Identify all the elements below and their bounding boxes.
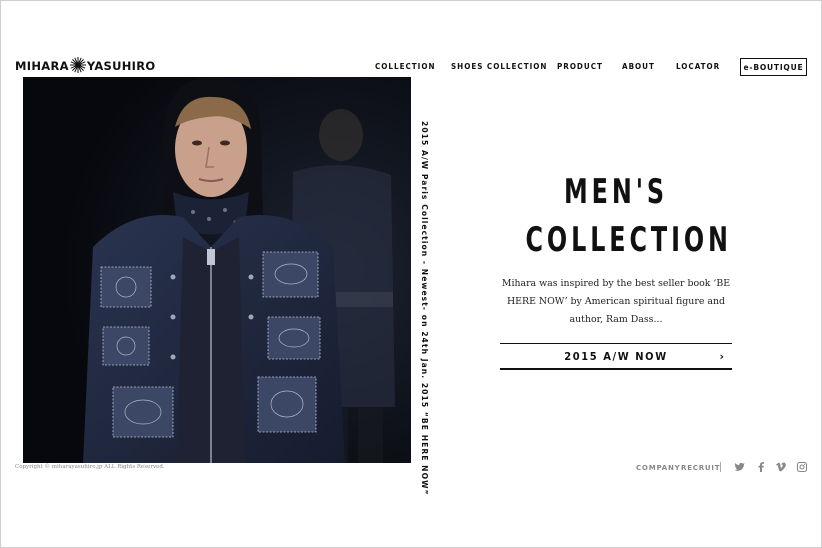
facebook-icon[interactable] <box>755 461 767 473</box>
hero-photo[interactable] <box>23 77 411 463</box>
nav-item-collection[interactable]: COLLECTION <box>375 62 436 71</box>
nav-item-product[interactable]: PRODUCT <box>557 62 603 71</box>
collection-cta-button[interactable]: 2015 A/W NOW › <box>500 343 732 370</box>
nav-item-shoes-collection[interactable]: SHOES COLLECTION <box>451 62 547 71</box>
twitter-icon[interactable] <box>733 461 745 473</box>
footer-link-company[interactable]: COMPANY <box>636 464 681 472</box>
footer-divider <box>720 462 721 472</box>
vimeo-icon[interactable] <box>775 461 787 473</box>
copyright-text: Copyright © miharayasuhiro.jp ALL Rights… <box>15 464 165 470</box>
collection-description: Mihara was inspired by the best seller b… <box>501 278 731 325</box>
eboutique-button[interactable]: e-BOUTIQUE <box>740 58 807 76</box>
chevron-right-icon: › <box>719 350 724 363</box>
page-title: MEN'S COLLECTION <box>525 168 732 264</box>
vertical-collection-caption: 2015 A/W Paris Collection - Newest- on 2… <box>420 121 429 496</box>
instagram-icon[interactable] <box>796 461 808 473</box>
nav-item-about[interactable]: ABOUT <box>622 62 655 71</box>
model-photo-illustration <box>23 77 411 463</box>
footer-link-recruit[interactable]: RECRUIT <box>681 464 720 472</box>
nav-item-locator[interactable]: LOCATOR <box>676 62 720 71</box>
main-nav: COLLECTION SHOES COLLECTION PRODUCT ABOU… <box>0 62 822 74</box>
headline-line-2: COLLECTION <box>525 220 732 260</box>
headline-line-1: MEN'S <box>563 172 669 212</box>
cta-label: 2015 A/W NOW <box>564 349 668 363</box>
